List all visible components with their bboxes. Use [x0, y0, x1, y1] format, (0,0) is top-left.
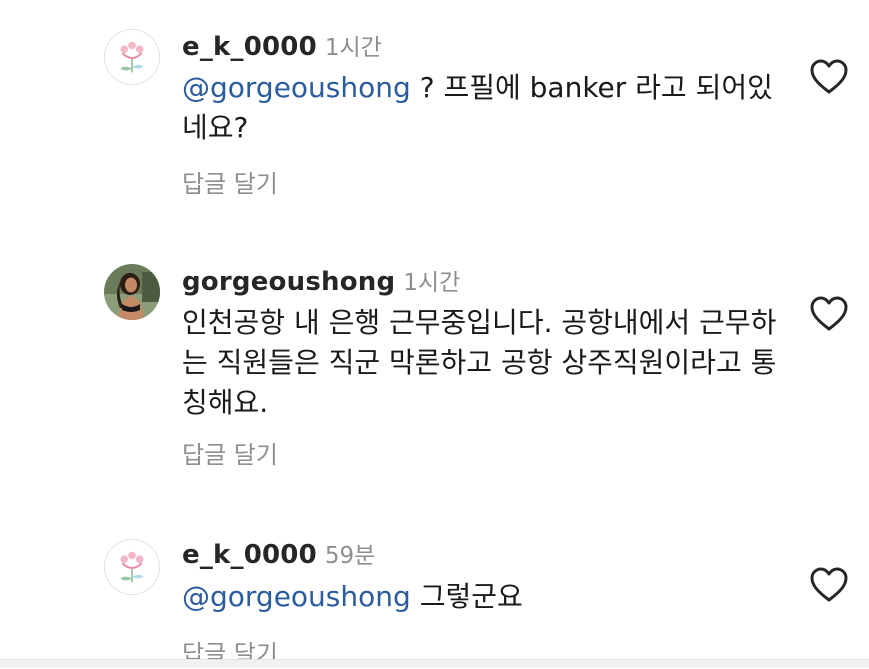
comment-meta: gorgeoushong 1시간 — [182, 263, 460, 297]
like-button[interactable] — [807, 292, 851, 336]
reply-button[interactable]: 답글 달기 — [182, 435, 278, 470]
username[interactable]: e_k_0000 — [182, 540, 317, 570]
comment-body: 그렇군요 — [410, 580, 523, 613]
mention-link[interactable]: @gorgeoushong — [182, 580, 411, 613]
timestamp: 1시간 — [324, 35, 382, 61]
comment-item: gorgeoushong 1시간 인천공항 내 은행 근무중입니다. 공항내에서… — [0, 230, 869, 510]
comment-item: e_k_0000 59분 @gorgeoushong 그렇군요 답글 달기 — [0, 510, 869, 668]
like-button[interactable] — [807, 563, 851, 607]
timestamp: 59분 — [324, 543, 376, 569]
comment-text: 인천공항 내 은행 근무중입니다. 공항내에서 근무하는 직원들은 직군 막론하… — [182, 303, 782, 423]
like-button[interactable] — [807, 55, 851, 99]
heart-outline-icon — [810, 296, 848, 331]
heart-outline-icon — [810, 567, 848, 602]
profile-photo-icon — [104, 264, 160, 320]
flower-logo-icon — [120, 551, 144, 583]
avatar[interactable] — [104, 264, 160, 320]
comment-text: @gorgeoushong 그렇군요 — [182, 577, 782, 617]
comment-meta: e_k_0000 59분 — [182, 536, 375, 570]
comment-body: 인천공항 내 은행 근무중입니다. 공항내에서 근무하는 직원들은 직군 막론하… — [182, 306, 777, 419]
timestamp: 1시간 — [403, 270, 461, 296]
comment-item: e_k_0000 1시간 @gorgeoushong ? 프필에 banker … — [0, 0, 869, 230]
avatar[interactable] — [104, 539, 160, 595]
comment-meta: e_k_0000 1시간 — [182, 28, 382, 62]
comment-text: @gorgeoushong ? 프필에 banker 라고 되어있네요? — [182, 68, 782, 148]
username[interactable]: gorgeoushong — [182, 267, 395, 297]
flower-logo-icon — [120, 41, 144, 73]
username[interactable]: e_k_0000 — [182, 32, 317, 62]
heart-outline-icon — [810, 59, 848, 94]
reply-button[interactable]: 답글 달기 — [182, 164, 278, 199]
mention-link[interactable]: @gorgeoushong — [182, 71, 411, 104]
avatar[interactable] — [104, 29, 160, 85]
